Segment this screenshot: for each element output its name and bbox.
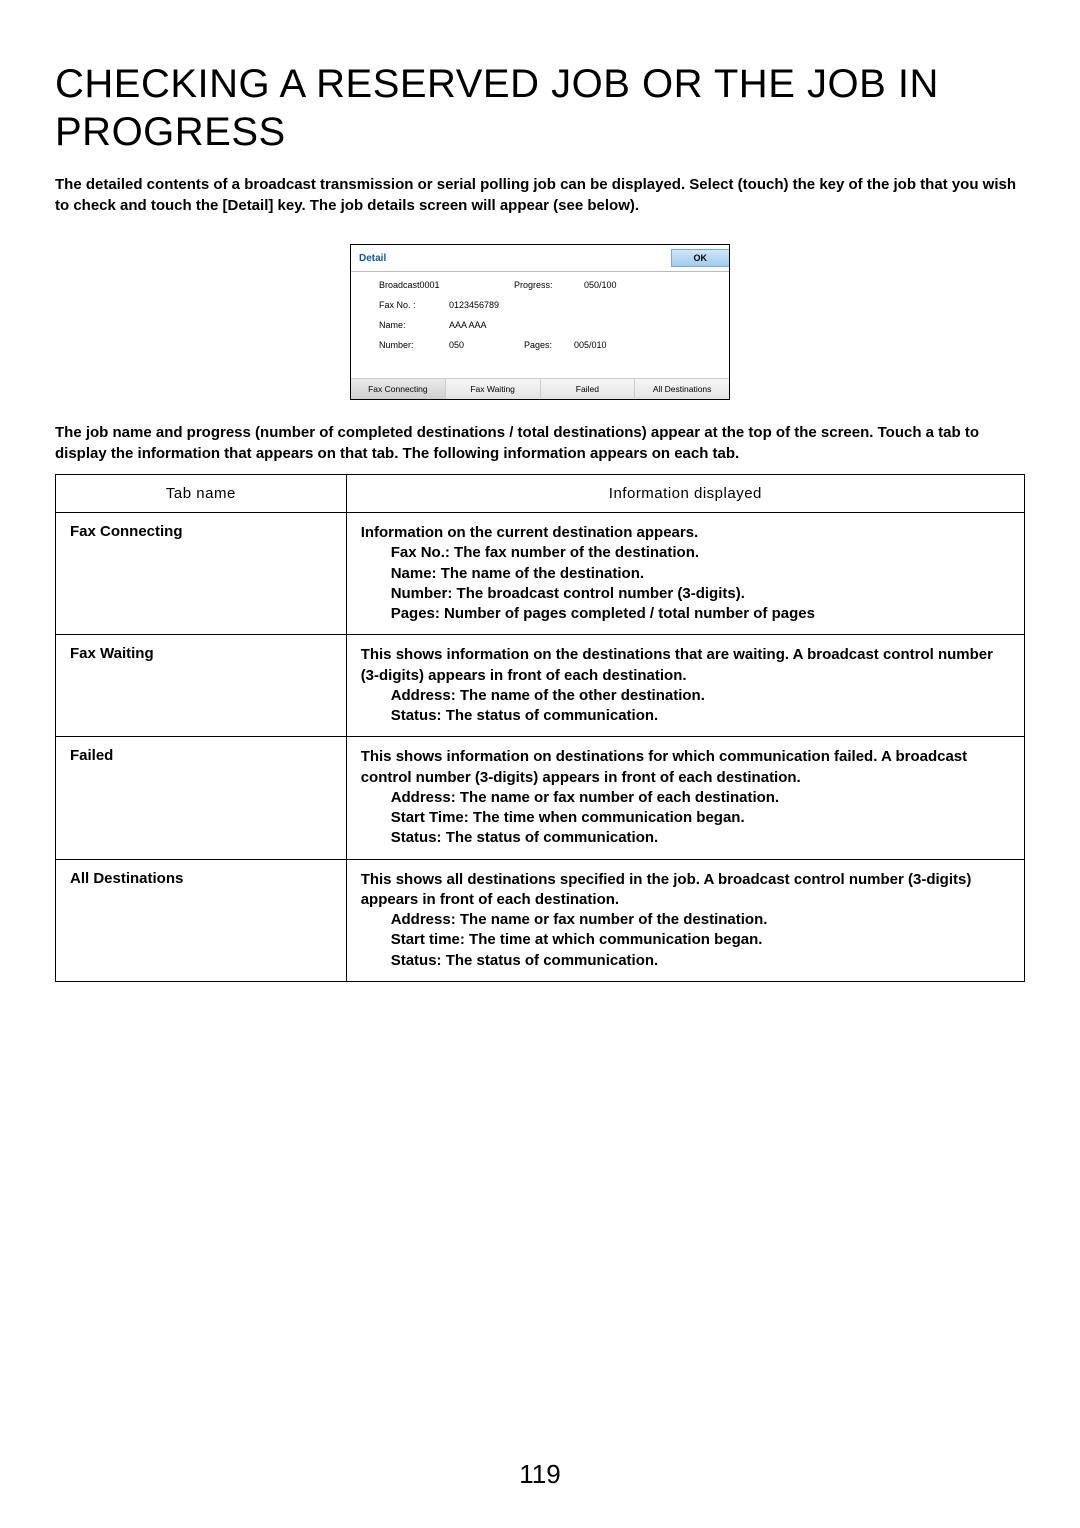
name-value: AAA AAA bbox=[449, 320, 487, 330]
table-row: All DestinationsThis shows all destinati… bbox=[56, 859, 1025, 981]
info-table: Tab name Information displayed Fax Conne… bbox=[55, 474, 1025, 982]
table-row: Fax ConnectingInformation on the current… bbox=[56, 513, 1025, 635]
page-title: CHECKING A RESERVED JOB OR THE JOB IN PR… bbox=[55, 60, 1025, 156]
table-row: Fax WaitingThis shows information on the… bbox=[56, 635, 1025, 737]
job-name: Broadcast0001 bbox=[379, 280, 449, 290]
tab-all-destinations[interactable]: All Destinations bbox=[635, 379, 729, 399]
detail-panel: Detail OK Broadcast0001 Progress: 050/10… bbox=[350, 244, 730, 400]
pages-value: 005/010 bbox=[574, 340, 607, 350]
table-row: FailedThis shows information on destinat… bbox=[56, 737, 1025, 859]
panel-header-title: Detail bbox=[359, 253, 386, 264]
col-tabname: Tab name bbox=[56, 475, 347, 513]
table-description: The job name and progress (number of com… bbox=[55, 422, 1025, 464]
faxno-label: Fax No. : bbox=[379, 300, 449, 310]
tab-name-cell: Fax Waiting bbox=[56, 635, 347, 737]
tab-name-cell: All Destinations bbox=[56, 859, 347, 981]
info-cell: This shows information on the destinatio… bbox=[346, 635, 1024, 737]
info-cell: This shows all destinations specified in… bbox=[346, 859, 1024, 981]
number-label: Number: bbox=[379, 340, 449, 350]
ok-button[interactable]: OK bbox=[671, 249, 730, 267]
progress-label: Progress: bbox=[514, 280, 584, 290]
tab-fax-connecting[interactable]: Fax Connecting bbox=[351, 379, 446, 399]
progress-value: 050/100 bbox=[584, 280, 617, 290]
name-label: Name: bbox=[379, 320, 449, 330]
col-infodisplayed: Information displayed bbox=[346, 475, 1024, 513]
tab-name-cell: Fax Connecting bbox=[56, 513, 347, 635]
info-cell: Information on the current destination a… bbox=[346, 513, 1024, 635]
info-cell: This shows information on destinations f… bbox=[346, 737, 1024, 859]
tab-fax-waiting[interactable]: Fax Waiting bbox=[446, 379, 541, 399]
number-value: 050 bbox=[449, 340, 464, 350]
pages-label: Pages: bbox=[524, 340, 574, 350]
tab-failed[interactable]: Failed bbox=[541, 379, 636, 399]
faxno-value: 0123456789 bbox=[449, 300, 499, 310]
tab-name-cell: Failed bbox=[56, 737, 347, 859]
intro-paragraph: The detailed contents of a broadcast tra… bbox=[55, 174, 1025, 216]
page-number: 119 bbox=[0, 1459, 1080, 1490]
